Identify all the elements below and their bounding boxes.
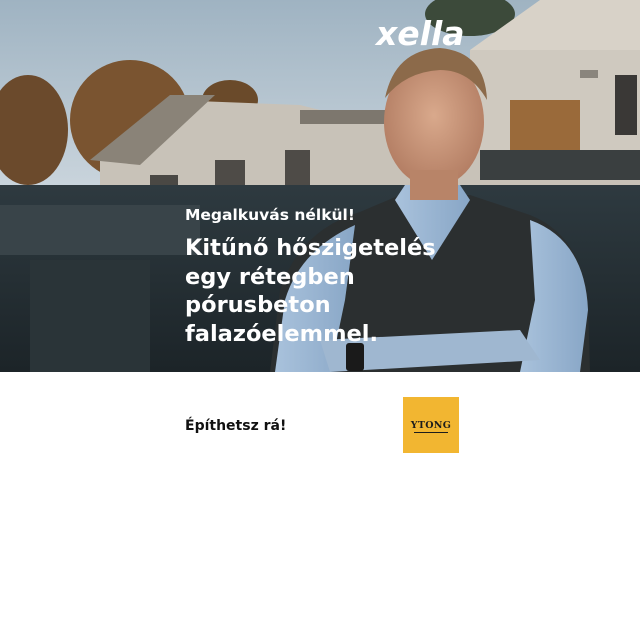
xella-logo: xella bbox=[376, 14, 465, 53]
tagline: Megalkuvás nélkül! bbox=[185, 206, 355, 224]
ytong-logo[interactable]: YTONG bbox=[403, 397, 459, 453]
ad-banner[interactable]: xella Megalkuvás nélkül! Kitűnő hősziget… bbox=[0, 0, 640, 640]
slogan: Építhetsz rá! bbox=[185, 418, 287, 434]
ytong-logo-text: YTONG bbox=[410, 419, 452, 431]
headline-line: Kitűnő hőszigetelés bbox=[185, 235, 436, 261]
footer-bar: Építhetsz rá! YTONG bbox=[0, 372, 640, 640]
hero-photo: xella Megalkuvás nélkül! Kitűnő hősziget… bbox=[0, 0, 640, 372]
ytong-logo-underline bbox=[414, 432, 448, 433]
headline: Kitűnő hőszigetelés egy rétegben pórusbe… bbox=[185, 234, 505, 348]
headline-line: egy rétegben bbox=[185, 263, 355, 290]
headline-line: pórusbeton bbox=[185, 292, 331, 318]
headline-line: falazóelemmel. bbox=[185, 320, 379, 347]
